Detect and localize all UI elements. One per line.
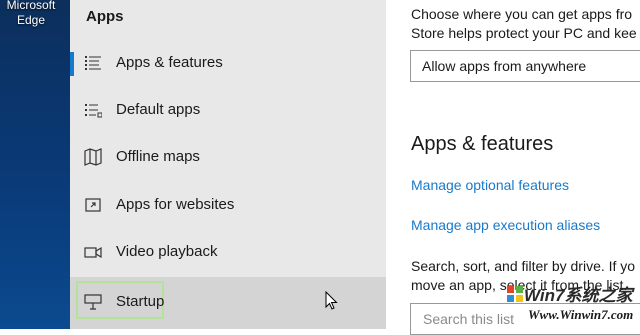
filter-description: Search, sort, and filter by drive. If yo <box>411 258 636 274</box>
sidebar-item-apps-features[interactable]: Apps & features <box>70 40 386 87</box>
sidebar-item-label: Video playback <box>116 243 218 260</box>
manage-execution-aliases-link[interactable]: Manage app execution aliases <box>411 217 600 233</box>
settings-sidebar: Apps Apps & features Default apps Offlin… <box>70 0 386 329</box>
sidebar-item-label: Offline maps <box>116 148 200 165</box>
sidebar-item-video-playback[interactable]: Video playback <box>70 229 386 276</box>
mouse-cursor-icon <box>325 291 338 310</box>
sidebar-item-apps-for-websites[interactable]: Apps for websites <box>70 182 386 229</box>
install-source-description: Choose where you can get apps fro <box>411 6 633 22</box>
manage-optional-features-link[interactable]: Manage optional features <box>411 177 569 193</box>
watermark-url: Www.Winwin7.com <box>528 307 634 322</box>
watermark: Win7系统之家 Www.Winwin7.com <box>506 283 640 329</box>
install-source-description-line2: Store helps protect your PC and kee <box>411 25 637 41</box>
edge-shortcut-label[interactable]: Microsoft <box>0 0 62 13</box>
install-source-dropdown[interactable]: Allow apps from anywhere <box>410 50 640 82</box>
startup-icon <box>84 293 102 311</box>
default-apps-icon <box>84 101 103 119</box>
sidebar-item-offline-maps[interactable]: Offline maps <box>70 134 386 181</box>
sidebar-item-label: Startup <box>116 293 165 310</box>
desktop-background: Microsoft Edge <box>0 0 70 329</box>
sidebar-item-label: Apps for websites <box>116 196 235 213</box>
section-title: Apps & features <box>411 133 554 155</box>
list-icon <box>84 54 102 72</box>
map-icon <box>84 148 102 166</box>
windows-logo-icon <box>507 286 523 302</box>
apps-features-page: Choose where you can get apps fro Store … <box>386 0 640 335</box>
sidebar-item-label: Default apps <box>116 101 201 118</box>
sidebar-item-label: Apps & features <box>116 54 223 71</box>
web-link-icon <box>84 196 102 214</box>
dropdown-selected-value: Allow apps from anywhere <box>422 58 587 74</box>
sidebar-item-default-apps[interactable]: Default apps <box>70 87 386 134</box>
edge-shortcut-label-line2[interactable]: Edge <box>0 13 62 28</box>
watermark-brand: Win7系统之家 <box>524 286 633 305</box>
video-icon <box>84 243 102 261</box>
sidebar-title: Apps <box>86 8 124 25</box>
